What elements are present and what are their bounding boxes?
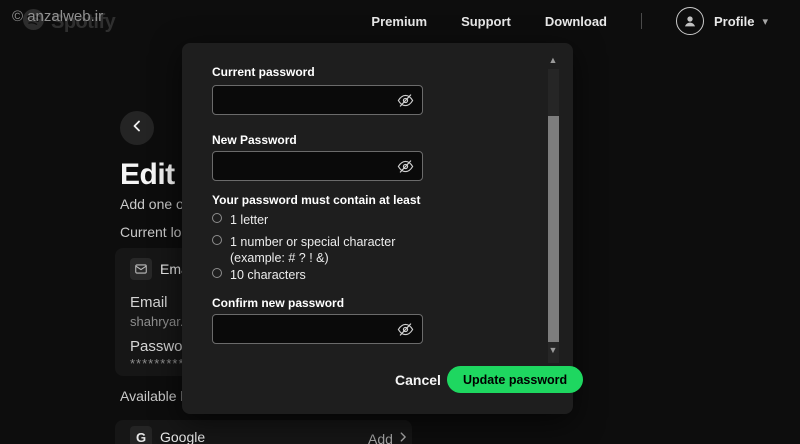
new-password-input[interactable]	[212, 151, 423, 181]
chevron-down-icon: ▾	[762, 15, 768, 28]
requirement-item: 1 number or special character (example: …	[212, 234, 442, 266]
user-avatar-icon	[676, 7, 704, 35]
current-password-label: Current password	[212, 65, 315, 79]
nav-premium[interactable]: Premium	[371, 14, 427, 29]
requirement-item: 10 characters	[212, 267, 442, 283]
back-button[interactable]	[120, 111, 154, 145]
requirement-indicator-circle	[212, 235, 222, 245]
current-password-input[interactable]	[212, 85, 423, 115]
google-add-button[interactable]: Add	[368, 431, 393, 444]
back-chevron-icon	[130, 119, 144, 138]
scroll-up-icon[interactable]: ▲	[547, 55, 559, 65]
mail-icon	[130, 258, 152, 280]
requirement-item: 1 letter	[212, 212, 442, 228]
nav-support[interactable]: Support	[461, 14, 511, 29]
profile-menu[interactable]: Profile ▾	[676, 7, 768, 35]
eye-off-icon[interactable]	[394, 155, 416, 177]
update-password-button[interactable]: Update password	[447, 366, 584, 393]
change-password-modal: Current password New Password Your passw…	[182, 43, 584, 414]
google-initial: G	[135, 429, 147, 444]
scrollbar-track[interactable]	[548, 69, 559, 363]
eye-off-icon[interactable]	[394, 318, 416, 340]
cancel-button[interactable]: Cancel	[395, 372, 441, 388]
scrollbar-thumb[interactable]	[548, 116, 559, 342]
new-password-label: New Password	[212, 133, 297, 147]
google-row-label: Google	[160, 429, 206, 444]
requirement-text: 1 letter	[230, 213, 269, 227]
eye-off-icon[interactable]	[394, 89, 416, 111]
confirm-password-label: Confirm new password	[212, 296, 345, 310]
watermark-text: © anzalweb.ir	[12, 8, 104, 25]
spotify-account-page: © anzalweb.ir Spotify Premium Support Do…	[0, 0, 800, 444]
requirement-indicator-circle	[212, 268, 222, 278]
confirm-password-input[interactable]	[212, 314, 423, 344]
nav-download[interactable]: Download	[545, 14, 607, 29]
requirement-indicator-circle	[212, 213, 222, 223]
top-nav: Premium Support Download Profile ▾	[371, 0, 768, 42]
google-icon: G	[130, 426, 152, 444]
email-field-label: Email	[130, 294, 168, 311]
scroll-down-icon[interactable]: ▼	[547, 345, 559, 355]
chevron-right-icon	[397, 430, 409, 444]
profile-label: Profile	[714, 13, 755, 29]
nav-divider	[641, 13, 642, 29]
requirement-text: 10 characters	[230, 268, 306, 282]
google-login-row[interactable]: G Google Add	[115, 420, 412, 444]
password-requirements-header: Your password must contain at least	[212, 193, 421, 207]
requirement-text: 1 number or special character (example: …	[230, 235, 396, 265]
